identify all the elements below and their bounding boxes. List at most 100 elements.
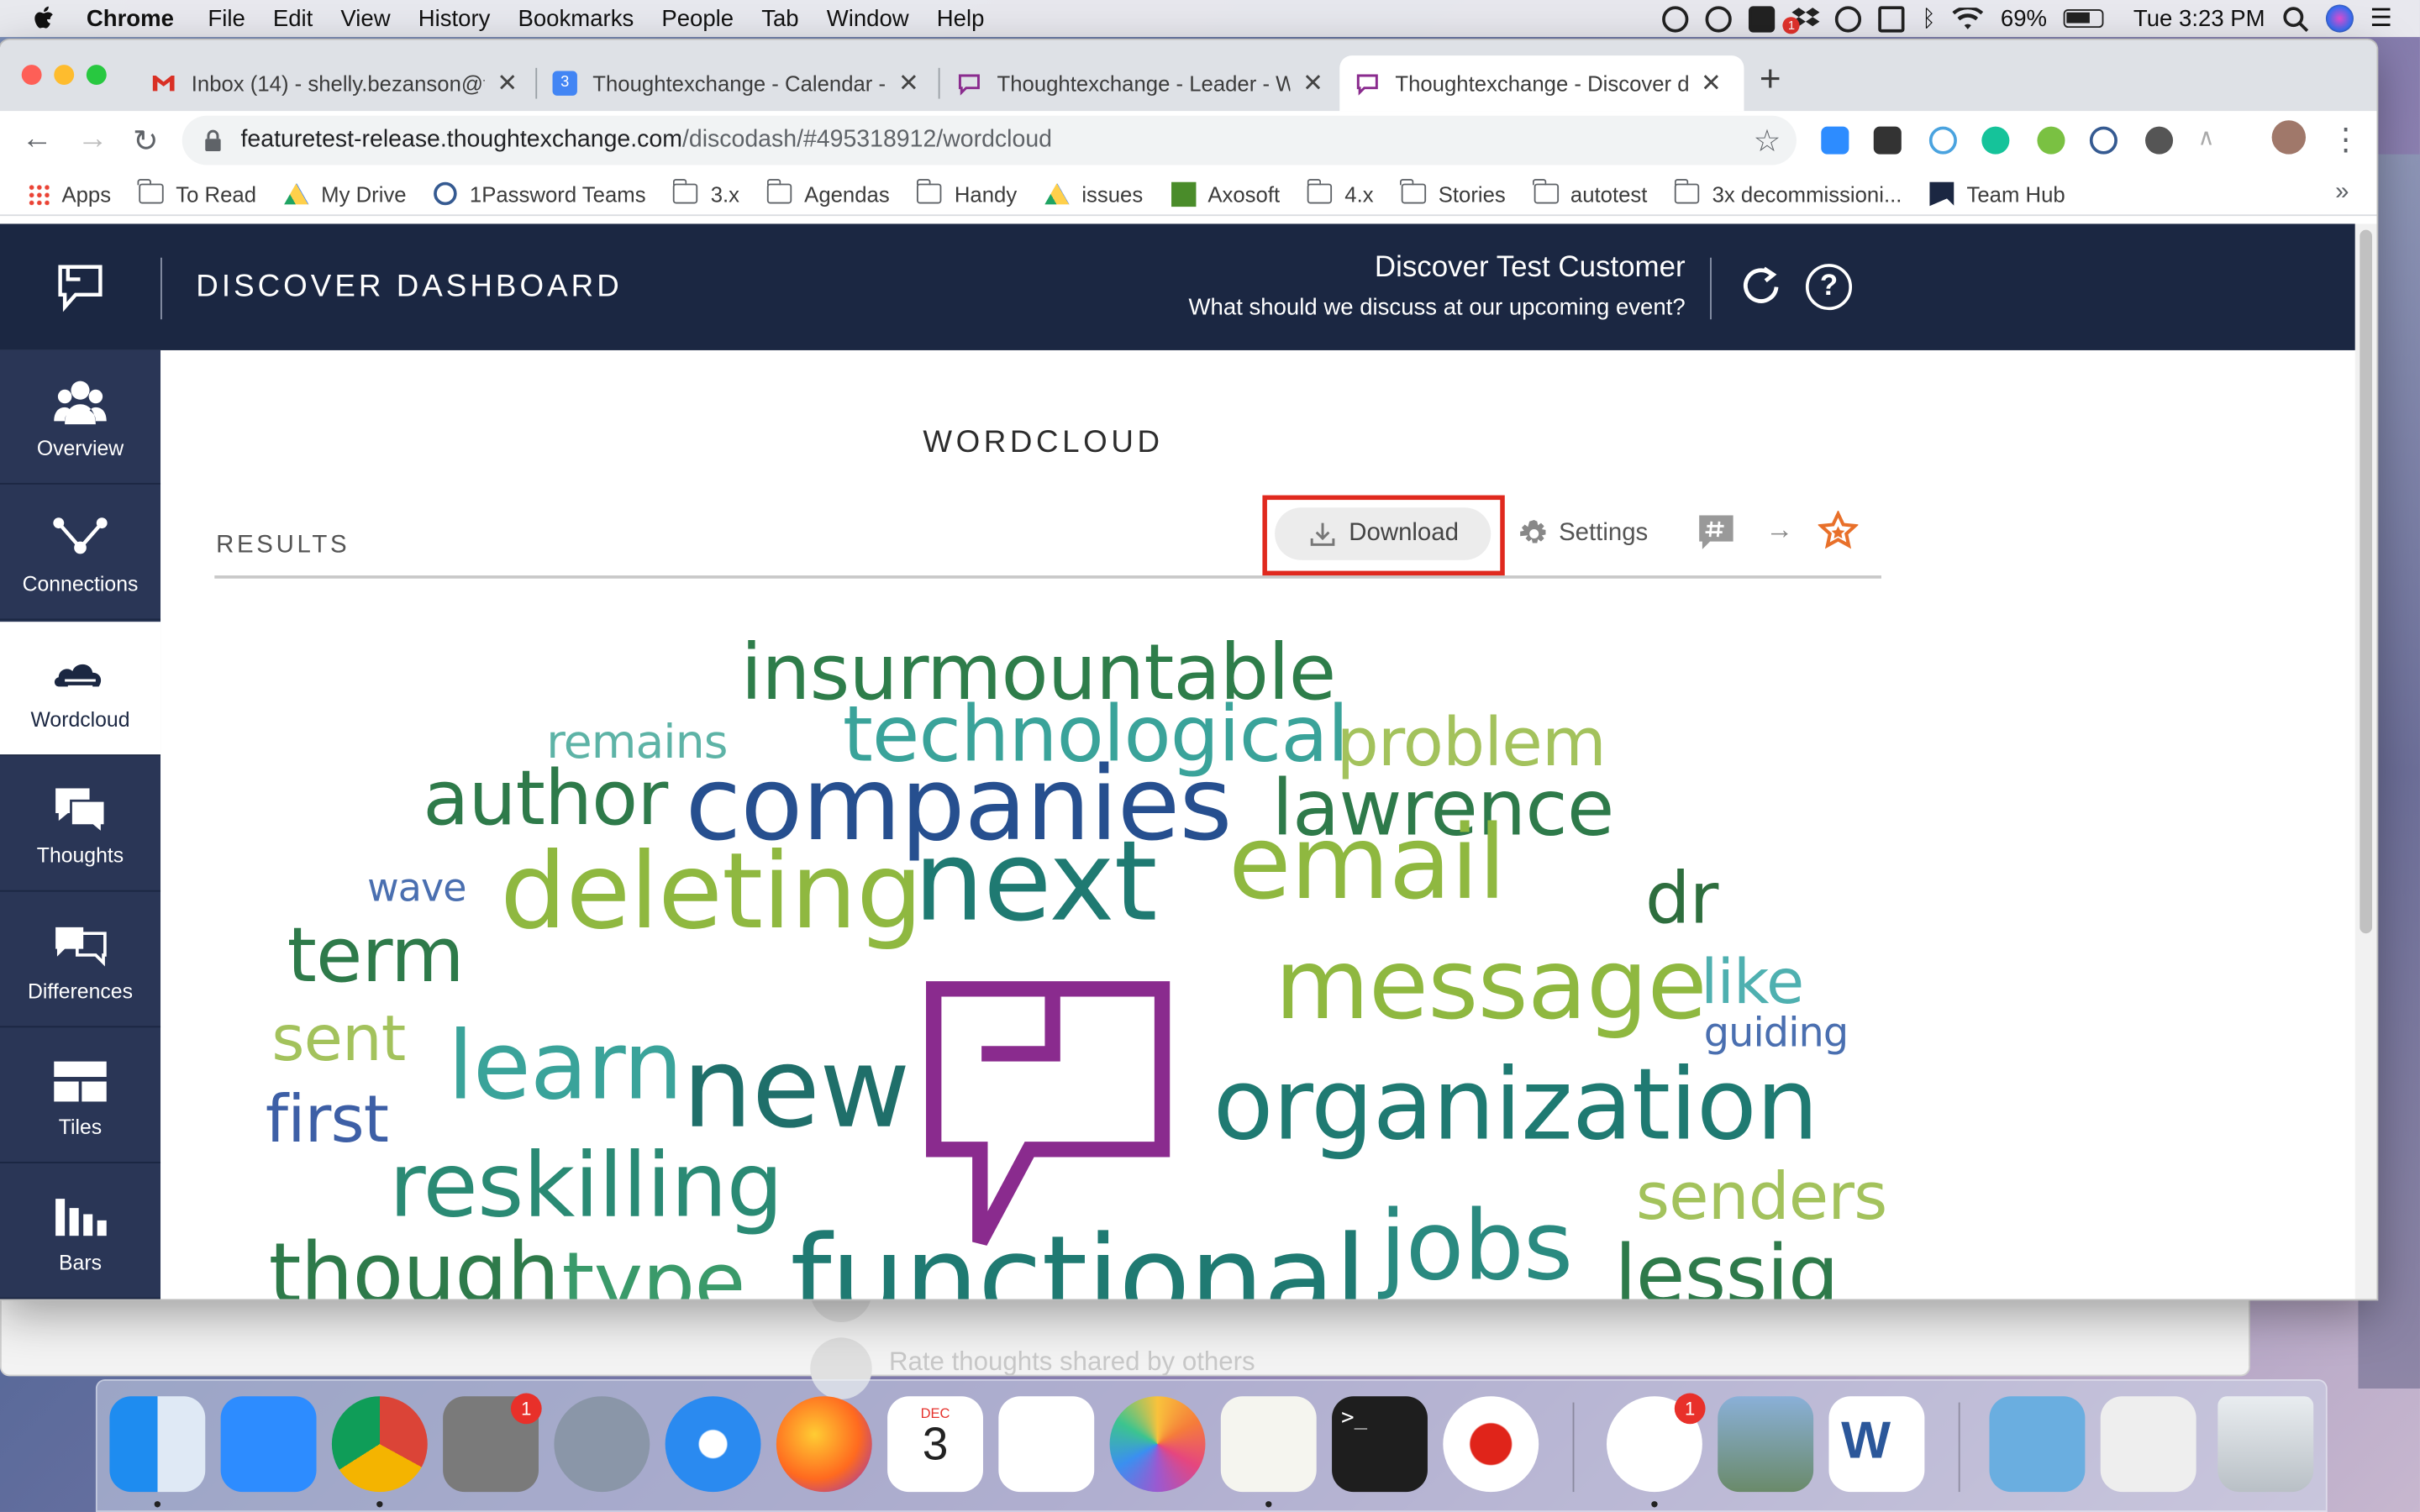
word-guiding[interactable]: guiding <box>1704 1014 1849 1054</box>
reload-button[interactable]: ↻ <box>133 122 159 160</box>
downloads-stack-icon[interactable] <box>2100 1396 2196 1493</box>
menu-tab[interactable]: Tab <box>761 5 798 31</box>
wifi-icon[interactable] <box>1952 7 1984 30</box>
menu-view[interactable]: View <box>340 5 390 31</box>
word-like[interactable]: like <box>1701 952 1804 1013</box>
word-author[interactable]: author <box>423 760 668 836</box>
airplay-icon[interactable] <box>1878 5 1906 32</box>
scrollbar-thumb[interactable] <box>2360 229 2373 934</box>
menu-file[interactable]: File <box>208 5 245 31</box>
word-learn[interactable]: learn <box>448 1020 683 1114</box>
forward-button[interactable]: → <box>77 122 108 157</box>
onepassword-status-icon[interactable] <box>1662 5 1689 32</box>
clock[interactable]: Tue 3:23 PM <box>2133 5 2265 31</box>
spotlight-search-icon[interactable] <box>2282 5 2308 32</box>
word-email[interactable]: email <box>1228 812 1507 915</box>
bookmark-apps[interactable]: Apps <box>28 181 111 206</box>
arrow-right-icon[interactable]: → <box>1765 514 1793 547</box>
zoom-window-button[interactable] <box>86 65 107 86</box>
preview-icon[interactable] <box>1718 1396 1814 1493</box>
word-first[interactable]: first <box>266 1087 389 1152</box>
word-though[interactable]: though <box>269 1232 560 1299</box>
menu-people[interactable]: People <box>661 5 734 31</box>
word-jobs[interactable]: jobs <box>1380 1198 1573 1294</box>
refresh-icon[interactable] <box>1738 264 1784 310</box>
word-deleting[interactable]: deleting <box>500 840 923 946</box>
dark-circle-extension-icon[interactable] <box>2145 126 2174 155</box>
menu-history[interactable]: History <box>418 5 491 31</box>
hashtag-comment-icon[interactable] <box>1697 514 1734 551</box>
sidebar-item-differences[interactable]: Differences <box>0 893 161 1028</box>
bookmark-4x[interactable]: 4.x <box>1307 179 1374 206</box>
new-tab-button[interactable]: + <box>1760 59 1781 102</box>
zoom-app-icon[interactable] <box>220 1396 317 1493</box>
launchpad-icon[interactable] <box>554 1396 650 1493</box>
help-icon[interactable]: ? <box>1805 264 1853 311</box>
bookmark-issues[interactable]: issues <box>1044 181 1143 206</box>
settings-button[interactable]: Settings <box>1518 518 1648 549</box>
bookmark-axosoft[interactable]: Axosoft <box>1171 181 1280 207</box>
notification-center-icon[interactable]: ☰ <box>2370 3 2392 34</box>
tab-leader[interactable]: Thoughtexchange - Leader - W ✕ <box>941 55 1345 111</box>
applications-folder-icon[interactable] <box>1989 1396 2086 1493</box>
onepassword-extension-icon[interactable] <box>2089 126 2118 155</box>
download-button[interactable]: Download <box>1275 507 1491 560</box>
sidebar-item-tiles[interactable]: Tiles <box>0 1029 161 1163</box>
close-tab-icon[interactable]: ✕ <box>497 68 518 99</box>
bookmark-3x-decommissioning[interactable]: 3x decommissioni... <box>1674 179 1902 206</box>
bookmark-agendas[interactable]: Agendas <box>765 179 890 206</box>
siri-icon[interactable] <box>2325 4 2354 33</box>
menu-chrome[interactable]: Chrome <box>87 5 174 31</box>
close-tab-icon[interactable]: ✕ <box>1701 68 1722 99</box>
word-dr[interactable]: dr <box>1645 863 1718 933</box>
sidebar-item-bars[interactable]: Bars <box>0 1165 161 1299</box>
profile-avatar[interactable] <box>2271 120 2307 155</box>
sidebar-item-connections[interactable]: Connections <box>0 486 161 621</box>
close-window-button[interactable] <box>21 65 42 86</box>
reminders-icon[interactable] <box>998 1396 1095 1493</box>
thoughtexchange-logo-icon[interactable] <box>55 260 105 312</box>
chrome-app-icon[interactable] <box>331 1396 428 1493</box>
safari-icon[interactable] <box>665 1396 761 1493</box>
bookmark-autotest[interactable]: autotest <box>1532 179 1647 206</box>
zoom-extension-icon[interactable] <box>1821 126 1849 155</box>
tab-calendar[interactable]: 3 Thoughtexchange - Calendar - ✕ <box>537 55 941 111</box>
calendar-app-icon[interactable]: DEC 3 <box>887 1396 983 1493</box>
word-functional[interactable]: functional <box>790 1220 1366 1299</box>
word-wave[interactable]: wave <box>367 869 466 907</box>
word-new[interactable]: new <box>682 1032 911 1143</box>
tab-gmail[interactable]: Inbox (14) - shelly.bezanson@t ✕ <box>136 55 538 111</box>
sidebar-item-thoughts[interactable]: Thoughts <box>0 758 161 892</box>
screen-record-icon[interactable] <box>1443 1396 1539 1493</box>
bookmark-team-hub[interactable]: Team Hub <box>1929 181 2065 207</box>
bookmark-handy[interactable]: Handy <box>916 179 1017 206</box>
close-tab-icon[interactable]: ✕ <box>898 68 919 99</box>
close-tab-icon[interactable]: ✕ <box>1302 68 1323 99</box>
trash-icon[interactable] <box>2217 1396 2314 1493</box>
bug-extension-icon[interactable] <box>2037 126 2065 155</box>
triangle-extension-icon[interactable]: ∧ <box>2197 123 2225 151</box>
sidebar-item-overview[interactable]: Overview <box>0 350 161 485</box>
finder-icon[interactable] <box>109 1396 206 1493</box>
lock-icon[interactable] <box>203 129 222 151</box>
s-app-status-icon[interactable] <box>1749 5 1776 32</box>
word-reskilling[interactable]: reskilling <box>389 1140 783 1230</box>
circle-extension-icon[interactable] <box>1928 126 1957 155</box>
bookmark-my-drive[interactable]: My Drive <box>284 181 407 206</box>
word-term[interactable]: term <box>287 918 465 994</box>
bluetooth-icon[interactable]: ᛒ <box>1922 5 1936 31</box>
minimize-window-button[interactable] <box>54 65 75 86</box>
word-next[interactable]: next <box>913 826 1157 937</box>
chrome-menu-icon[interactable]: ⋮ <box>2330 120 2361 159</box>
word-lessig[interactable]: lessig <box>1614 1236 1839 1299</box>
bookmark-to-read[interactable]: To Read <box>138 179 256 206</box>
battery-icon[interactable] <box>2064 9 2105 29</box>
do-not-disturb-icon[interactable] <box>1835 5 1862 32</box>
word-app-icon[interactable]: W <box>1828 1396 1925 1493</box>
textedit-icon[interactable] <box>1220 1396 1317 1493</box>
menu-edit[interactable]: Edit <box>273 5 313 31</box>
firefox-icon[interactable] <box>776 1396 872 1493</box>
bookmark-3x[interactable]: 3.x <box>672 179 739 206</box>
bookmark-star-icon[interactable]: ☆ <box>1754 122 1781 160</box>
bookmark-stories[interactable]: Stories <box>1400 179 1506 206</box>
